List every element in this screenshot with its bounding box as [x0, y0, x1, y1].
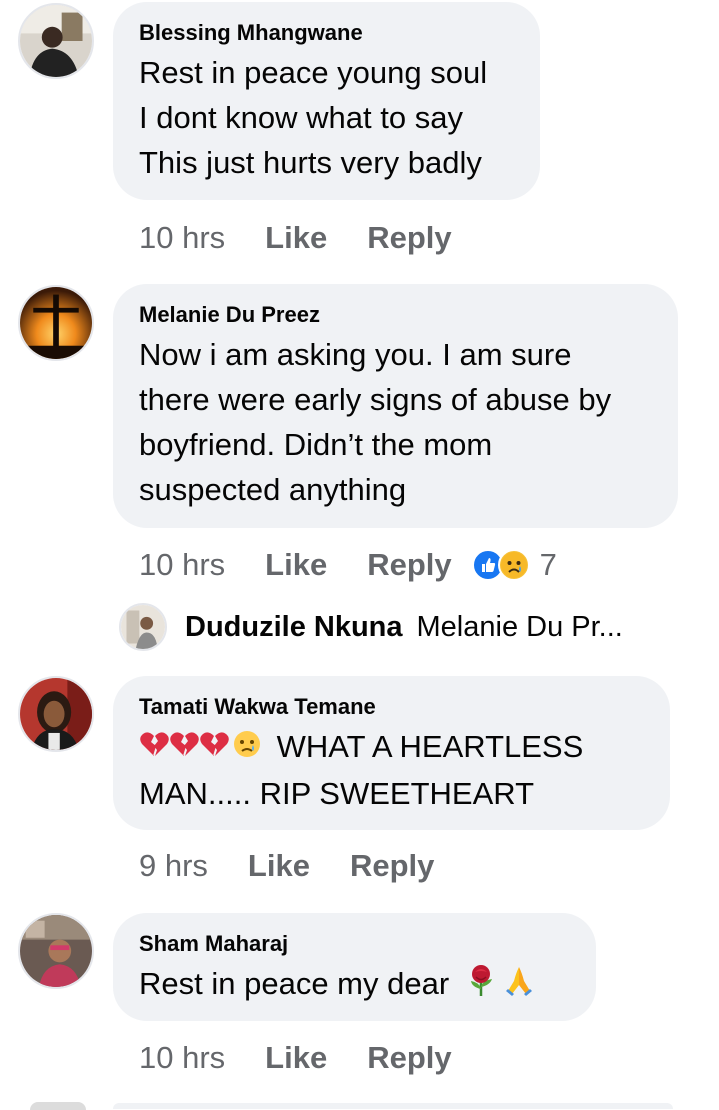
avatar: [119, 603, 167, 651]
comment-bubble: Blessing Mhangwane Rest in peace young s…: [113, 2, 540, 200]
comment-timestamp[interactable]: 10 hrs: [139, 220, 225, 256]
comment-text: Rest in peace young soul I dont know wha…: [139, 55, 488, 180]
reply-preview[interactable]: Duduzile Nkuna Melanie Du Pr...: [119, 602, 623, 652]
broken-heart-icon: [139, 726, 169, 771]
reply-button[interactable]: Reply: [367, 547, 451, 583]
reply-button[interactable]: Reply: [367, 220, 451, 256]
sad-reaction-icon: [497, 549, 530, 581]
reply-button[interactable]: Reply: [350, 848, 434, 884]
broken-heart-icon: [199, 726, 229, 771]
comment-timestamp[interactable]: 10 hrs: [139, 547, 225, 583]
comment-text-line2: MAN..... RIP SWEETHEART: [139, 776, 535, 812]
comment-text: WHAT A HEARTLESS MAN..... RIP SWEETHEART: [139, 724, 644, 816]
comment-timestamp[interactable]: 9 hrs: [139, 848, 208, 884]
comment-text: Rest in peace my dear: [139, 961, 570, 1009]
broken-heart-icon: [169, 726, 199, 771]
like-button[interactable]: Like: [265, 220, 327, 256]
reply-button[interactable]: Reply: [367, 1040, 451, 1076]
avatar[interactable]: [18, 913, 94, 989]
reply-text: Melanie Du Pr...: [416, 610, 623, 643]
comment-text: Now i am asking you. I am sure there wer…: [139, 337, 612, 507]
like-button[interactable]: Like: [248, 848, 310, 884]
comment-author[interactable]: Tamati Wakwa Temane: [139, 694, 644, 720]
comment-bubble: Melanie Du Preez Now i am asking you. I …: [113, 284, 678, 528]
like-button[interactable]: Like: [265, 547, 327, 583]
comment-text-line1: WHAT A HEARTLESS: [276, 729, 584, 764]
like-button[interactable]: Like: [265, 1040, 327, 1076]
rose-icon: [464, 963, 498, 1009]
avatar[interactable]: [18, 676, 94, 752]
reaction-count: 7: [539, 547, 557, 582]
comment-actions: 10 hrs Like Reply: [139, 218, 452, 258]
folded-hands-icon: [502, 963, 536, 1009]
crying-face-icon: [232, 726, 262, 771]
reply-author: Duduzile Nkuna: [185, 610, 403, 643]
comment-bubble: Sham Maharaj Rest in peace my dear: [113, 913, 596, 1021]
comment-author[interactable]: Blessing Mhangwane: [139, 20, 514, 46]
comment-author[interactable]: Melanie Du Preez: [139, 302, 652, 328]
next-comment-peek: [0, 1098, 719, 1110]
avatar[interactable]: [18, 285, 94, 361]
comment-timestamp[interactable]: 10 hrs: [139, 1040, 225, 1076]
comment-actions: 10 hrs Like Reply: [139, 1038, 452, 1078]
reaction-summary[interactable]: 7: [471, 547, 557, 583]
comment-text-main: Rest in peace my dear: [139, 966, 450, 1001]
comment-actions: 9 hrs Like Reply: [139, 846, 434, 886]
comment-actions: 10 hrs Like Reply 7: [139, 545, 557, 585]
comment-bubble: Tamati Wakwa Temane WHAT A HEARTLESS MAN…: [113, 676, 670, 830]
avatar[interactable]: [18, 3, 94, 79]
comment-author[interactable]: Sham Maharaj: [139, 931, 570, 957]
